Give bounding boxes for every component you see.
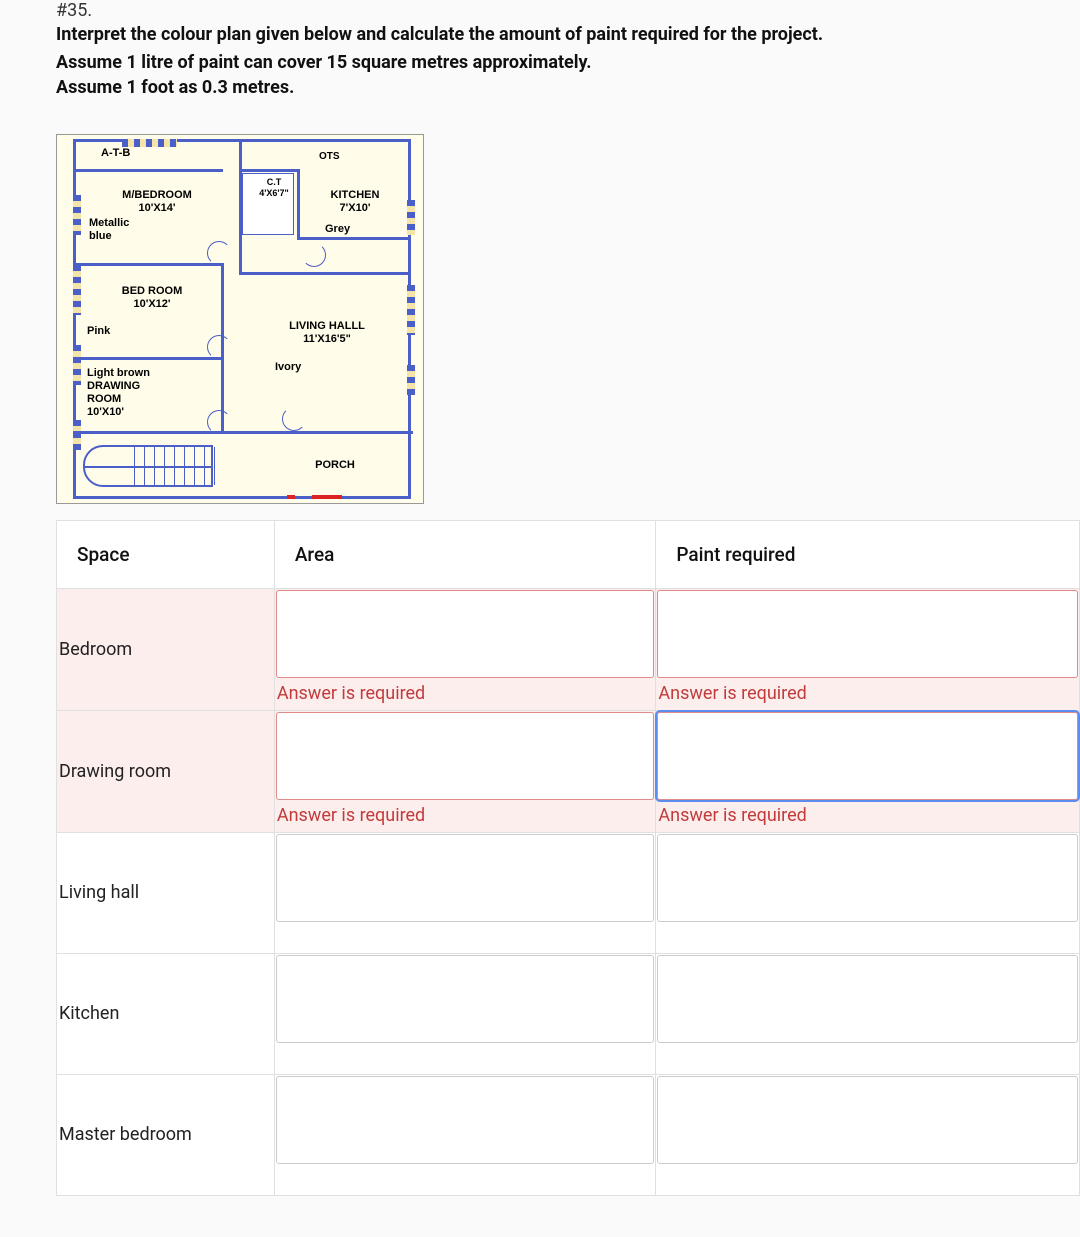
paint-cell — [656, 832, 1080, 953]
space-cell: Living hall — [57, 832, 275, 953]
plan-colour-master-bedroom: Metallicblue — [89, 217, 129, 243]
space-cell: Master bedroom — [57, 1074, 275, 1195]
area-input[interactable] — [276, 712, 655, 800]
answer-table: Space Area Paint required BedroomAnswer … — [56, 520, 1080, 1196]
area-cell — [274, 953, 656, 1074]
column-header-space: Space — [57, 520, 275, 588]
plan-label-living-hall: LIVING HALLL11'X16'5" — [257, 320, 397, 346]
table-row: Master bedroom — [57, 1074, 1080, 1195]
area-input[interactable] — [276, 834, 655, 922]
error-message: Answer is required — [656, 679, 1079, 710]
plan-colour-drawing-room: Light brown — [87, 367, 150, 380]
paint-input[interactable] — [657, 1076, 1078, 1164]
paint-input[interactable] — [657, 834, 1078, 922]
paint-cell: Answer is required — [656, 710, 1080, 832]
error-message: Answer is required — [275, 679, 656, 710]
space-cell: Bedroom — [57, 588, 275, 710]
area-cell — [274, 832, 656, 953]
plan-label-porch: PORCH — [295, 459, 375, 472]
error-message: Answer is required — [656, 801, 1079, 832]
column-header-paint: Paint required — [656, 520, 1080, 588]
error-message: Answer is required — [275, 801, 656, 832]
plan-label-kitchen: KITCHEN7'X10' — [315, 189, 395, 215]
paint-cell: Answer is required — [656, 588, 1080, 710]
question-number: #35. — [56, 0, 1024, 21]
area-input[interactable] — [276, 590, 655, 678]
area-input[interactable] — [276, 955, 655, 1043]
plan-label-bedroom: BED ROOM10'X12' — [97, 285, 207, 311]
area-cell: Answer is required — [274, 710, 656, 832]
question-prompt-line3: Assume 1 foot as 0.3 metres. — [56, 76, 1024, 100]
paint-input[interactable] — [657, 590, 1078, 678]
table-row: Drawing roomAnswer is requiredAnswer is … — [57, 710, 1080, 832]
plan-label-ct: C.T4'X6'7" — [255, 177, 293, 199]
plan-label-atb: A-T-B — [101, 147, 130, 160]
paint-cell — [656, 953, 1080, 1074]
plan-colour-bedroom: Pink — [87, 325, 110, 338]
floor-plan-image: A-T-B OTS C.T4'X6'7" KITCHEN7'X10' Grey … — [56, 134, 424, 504]
question-prompt-line2: Assume 1 litre of paint can cover 15 squ… — [56, 51, 1024, 75]
paint-input[interactable] — [657, 712, 1078, 800]
plan-colour-living-hall: Ivory — [275, 361, 301, 374]
table-row: Kitchen — [57, 953, 1080, 1074]
space-cell: Kitchen — [57, 953, 275, 1074]
area-cell — [274, 1074, 656, 1195]
question-prompt-line1: Interpret the colour plan given below an… — [56, 23, 1024, 47]
paint-cell — [656, 1074, 1080, 1195]
plan-label-ots: OTS — [319, 151, 340, 163]
paint-input[interactable] — [657, 955, 1078, 1043]
table-row: BedroomAnswer is requiredAnswer is requi… — [57, 588, 1080, 710]
area-input[interactable] — [276, 1076, 655, 1164]
table-row: Living hall — [57, 832, 1080, 953]
space-cell: Drawing room — [57, 710, 275, 832]
column-header-area: Area — [274, 520, 656, 588]
area-cell: Answer is required — [274, 588, 656, 710]
plan-colour-kitchen: Grey — [325, 223, 350, 236]
plan-label-drawing-room: DRAWINGROOM10'X10' — [87, 380, 197, 420]
plan-label-master-bedroom: M/BEDROOM10'X14' — [97, 189, 217, 215]
